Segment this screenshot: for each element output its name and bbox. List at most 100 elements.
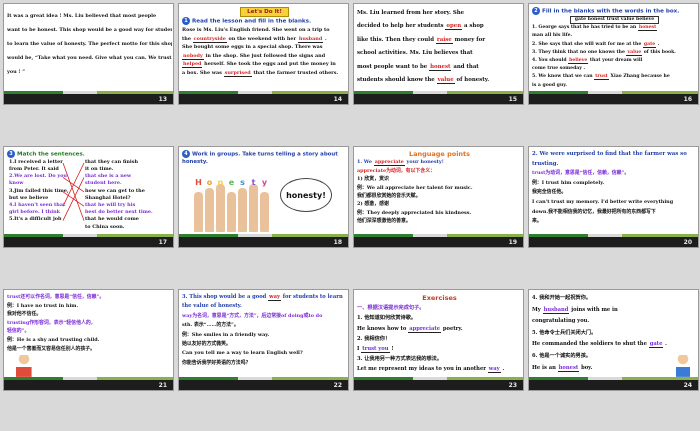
text-line: come true someday .: [532, 65, 697, 73]
text-run: 3. They think that no one knows the: [532, 49, 627, 55]
footer-stripe: [179, 234, 348, 237]
hand-icon: [205, 188, 214, 232]
writing-child-illustration: [671, 355, 695, 377]
slide-thumbnail-13[interactable]: It was a great idea ! Ms. Liu believed t…: [3, 3, 174, 105]
slide-thumbnail-15[interactable]: Ms. Liu learned from her story. She decid…: [353, 3, 524, 105]
text-line: Ms. Liu learned from her story. She: [357, 7, 522, 20]
slide-footer-bar: [179, 377, 348, 390]
honesty-letter: t: [251, 178, 256, 187]
slide-thumbnail-23[interactable]: Exercises 一、根据汉语提示完成句子。 1. 他知道如何欣赏诗歌。 He k…: [353, 289, 524, 391]
answer-blank: husband: [297, 35, 324, 43]
text-line: most people want to be honest and that: [357, 61, 522, 74]
slide-number: 21: [158, 382, 167, 389]
text-line: 来。: [532, 217, 697, 227]
reading-child-illustration: [11, 355, 37, 377]
text-line: trust为动词，意思是“信任，信赖，信赖”。: [532, 169, 697, 179]
text-run: 2. 我相信你！: [357, 335, 391, 342]
text-line: She bought some eggs in a special shop. …: [182, 43, 347, 52]
text-run: 你能告诉我学好英语的方法吗？: [182, 359, 251, 366]
slide-number: 20: [683, 239, 692, 246]
text-run: boy.: [579, 364, 593, 371]
text-run: 一、根据汉语提示完成句子。: [357, 305, 425, 312]
text-run: 4. You should: [532, 58, 569, 64]
honesty-image: Ho n e s t y honesty!: [192, 176, 337, 232]
slide-footer-bar: [354, 91, 523, 104]
text-run: Let me represent my ideas to you in anot…: [357, 366, 488, 373]
text-run: trust还可以作名词，意思是“信任，信赖”。: [7, 294, 105, 300]
text-run: for students to learn: [280, 294, 343, 300]
slide-thumbnail-19[interactable]: Language points 1. We appreciate your hon…: [353, 146, 524, 248]
exercise-number-badge: 4: [182, 150, 190, 158]
text-line: 3. This shop would be a good way for stu…: [182, 293, 347, 302]
text-run: school activities. Ms. Liu believes that: [357, 50, 473, 57]
slide-footer-bar: [179, 91, 348, 104]
word-box: gate honest trust value believe: [569, 15, 660, 25]
text-line: nobody in the shop. She just followed th…: [182, 52, 347, 61]
exercise-number-badge: 1: [182, 17, 190, 25]
text-run: 例：They deeply appreciated his kindness.: [357, 209, 472, 216]
text-run: 例：I have no trust in him.: [7, 302, 79, 309]
slide-thumbnail-24[interactable]: 4. 我和开她一起祝贺你。 My husband joins with me i…: [528, 289, 699, 391]
text-line: Let me represent my ideas to you in anot…: [357, 364, 522, 374]
honesty-letter: s: [240, 178, 245, 187]
text-line: 例：She smiles in a friendly way.: [182, 331, 347, 340]
answer-blank: honest: [637, 25, 658, 32]
text-run: 我完全信任他。: [532, 189, 567, 196]
text-run: trust为动词，意思是“信任，信赖，信赖”。: [532, 170, 630, 177]
text-run: herself. She took the eggs and put the m…: [202, 61, 336, 68]
honesty-letter: H: [195, 178, 202, 187]
text-line: 轻信的”。: [7, 327, 172, 336]
text-run: man all his life.: [532, 33, 573, 39]
slide-thumbnail-20[interactable]: 2. We were surprised to find that the fa…: [528, 146, 699, 248]
hand-icon: [260, 192, 269, 232]
slide-number: 13: [158, 96, 167, 103]
slide-number: 14: [333, 96, 342, 103]
text-run: joins with me in: [569, 306, 618, 313]
slide-thumbnail-18[interactable]: 4 Work in groups. Take turns telling a st…: [178, 146, 349, 248]
text-line: man all his life.: [532, 32, 697, 40]
footer-stripe: [179, 91, 348, 94]
text-line: 1) 欣赏，赏识: [357, 175, 522, 183]
answer-blank: appreciate: [408, 325, 442, 333]
answer-blank: open: [445, 23, 463, 31]
answer-blank: raise: [435, 36, 453, 44]
slide-footer-bar: [4, 234, 173, 247]
slide-content: Language points 1. We appreciate your hon…: [357, 150, 522, 234]
text-line: He knows how to appreciate poetry.: [357, 324, 522, 334]
slide-content: 2. We were surprised to find that the fa…: [532, 150, 697, 234]
answer-blank: appreciate: [373, 159, 405, 167]
text-line: 2. She says that she will wait for me at…: [532, 41, 697, 49]
match-columns: 1.I received a letter from Peter. It said…: [7, 159, 172, 234]
text-run: 5. We know that we can: [532, 74, 595, 80]
heading-text: Work in groups. Take turns telling a sto…: [182, 151, 338, 165]
text-line: 1. 他知道如何欣赏诗歌。: [357, 313, 522, 323]
text-line: 他们深深感激他的善意。: [357, 217, 522, 225]
text-run: in the shop. She just followed the signs…: [203, 52, 326, 59]
text-run: down.我不能相信我的记忆，我最好把所有的东西都写下: [532, 208, 656, 215]
honesty-letter: n: [217, 178, 224, 187]
answer-blank: nobody: [182, 52, 204, 60]
text-run: 她以友好的方式微笑。: [182, 341, 231, 348]
text-run: money for: [452, 36, 486, 43]
slide-thumbnail-14[interactable]: Let's Do It! 1 Read the lesson and fill in…: [178, 3, 349, 105]
text-run: a shop: [462, 23, 484, 30]
text-run: is a good guy.: [532, 82, 567, 88]
slide-thumbnail-21[interactable]: trust还可以作名词，意思是“信任，信赖”。 例：I have no trust…: [3, 289, 174, 391]
slide-number: 22: [333, 382, 342, 389]
answer-blank: way: [487, 366, 501, 374]
text-line: students should know the value of honest…: [357, 74, 522, 87]
slide-thumbnail-17[interactable]: 3 Match the sentences. 1.I received a lett…: [3, 146, 174, 248]
text-line: 我完全信任他。: [532, 188, 697, 198]
slide-content: Let's Do It! 1 Read the lesson and fill in…: [182, 7, 347, 91]
text-line: 5. 他命令士兵们关闭大门。: [532, 328, 697, 340]
slide-number: 19: [508, 239, 517, 246]
slide-thumbnail-22[interactable]: 3. This shop would be a good way for stu…: [178, 289, 349, 391]
text-run: that the farmer trusted others.: [251, 70, 339, 77]
answer-blank: surprised: [223, 70, 252, 78]
text-run: 1. 他知道如何欣赏诗歌。: [357, 315, 417, 322]
text-line: 1. George says that he has tried to be a…: [532, 24, 697, 32]
text-line: 例：He is a shy and trusting child.: [7, 336, 172, 345]
slide-footer-bar: [179, 234, 348, 247]
slide-thumbnail-16[interactable]: 2 Fill in the blanks with the words in th…: [528, 3, 699, 105]
text-line: the countryside on the weekend with her …: [182, 35, 347, 44]
